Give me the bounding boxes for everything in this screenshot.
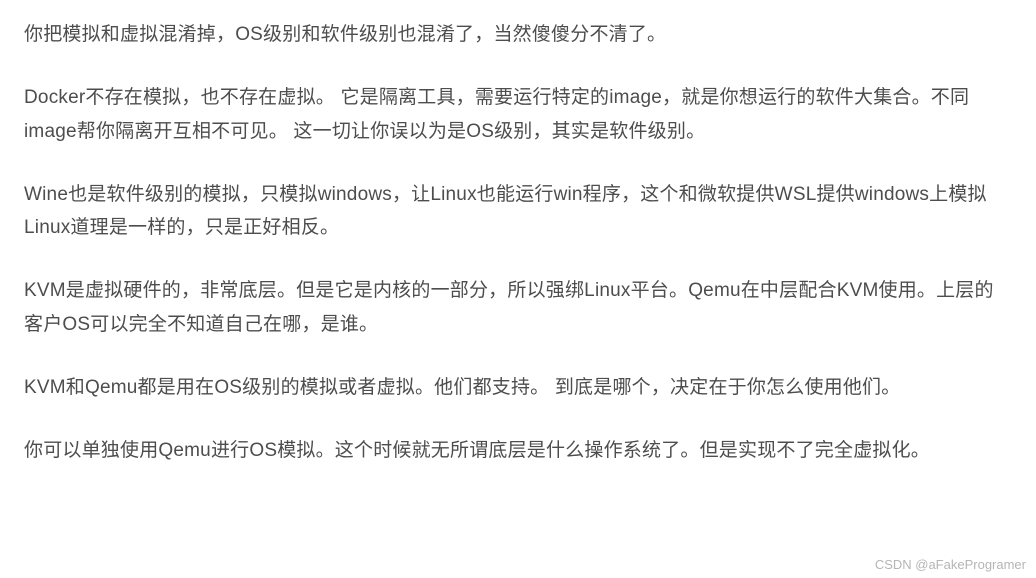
paragraph: Docker不存在模拟，也不存在虚拟。 它是隔离工具，需要运行特定的image，… <box>24 81 1012 148</box>
paragraph: KVM是虚拟硬件的，非常底层。但是它是内核的一部分，所以强绑Linux平台。Qe… <box>24 274 1012 341</box>
watermark-text: CSDN @aFakeProgramer <box>875 557 1026 572</box>
paragraph: KVM和Qemu都是用在OS级别的模拟或者虚拟。他们都支持。 到底是哪个，决定在… <box>24 371 1012 404</box>
article-body: 你把模拟和虚拟混淆掉，OS级别和软件级别也混淆了，当然傻傻分不清了。 Docke… <box>0 0 1036 467</box>
paragraph: Wine也是软件级别的模拟，只模拟windows，让Linux也能运行win程序… <box>24 178 1012 245</box>
paragraph: 你把模拟和虚拟混淆掉，OS级别和软件级别也混淆了，当然傻傻分不清了。 <box>24 18 1012 51</box>
paragraph: 你可以单独使用Qemu进行OS模拟。这个时候就无所谓底层是什么操作系统了。但是实… <box>24 434 1012 467</box>
